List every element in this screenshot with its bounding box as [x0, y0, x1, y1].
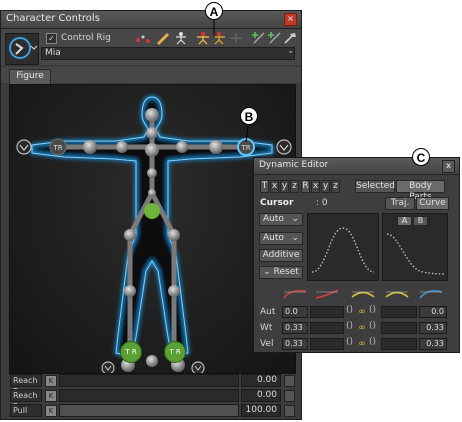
- rotate-z-button[interactable]: z: [331, 180, 340, 193]
- parenthesis-icon: (): [369, 305, 377, 315]
- parenthesis-icon: (): [346, 337, 354, 347]
- callout-c: C: [412, 148, 430, 166]
- translate-y-button[interactable]: y: [280, 180, 289, 193]
- ramp-preset-1-icon[interactable]: [282, 288, 308, 300]
- cursor-value: : 0: [316, 198, 328, 208]
- bell-curve-left: [311, 227, 375, 273]
- aut-right-field[interactable]: 0.0: [419, 306, 447, 318]
- translate-x-button[interactable]: x: [270, 180, 279, 193]
- wt-left-field[interactable]: 0.33: [282, 322, 308, 334]
- selected-button[interactable]: Selected: [355, 180, 395, 193]
- vel-right-field[interactable]: 0.33: [419, 338, 447, 350]
- reset-label: Reset: [273, 267, 299, 277]
- chevron-down-icon: ⌄: [291, 233, 299, 243]
- vel-left-field[interactable]: 0.33: [282, 338, 308, 350]
- curve-b-button[interactable]: B: [413, 216, 428, 226]
- dynamic-editor-title: Dynamic Editor: [259, 160, 329, 170]
- wt-label: Wt: [260, 323, 273, 333]
- rotate-x-button[interactable]: x: [311, 180, 320, 193]
- vel-right-slider[interactable]: [381, 338, 417, 350]
- wt-right-slider[interactable]: [381, 322, 417, 334]
- aut-label: Aut: [260, 307, 276, 317]
- translate-z-button[interactable]: z: [290, 180, 299, 193]
- chevron-down-icon: ⌄: [263, 267, 274, 277]
- rotate-axis-button[interactable]: R: [301, 180, 310, 193]
- parenthesis-icon: (): [369, 337, 377, 347]
- chevron-down-icon: ⌄: [291, 214, 299, 224]
- auto-dropdown-2-label: Auto: [263, 233, 284, 243]
- link-icon[interactable]: ∞: [357, 308, 367, 317]
- vel-left-slider[interactable]: [310, 338, 344, 350]
- curve-a-button[interactable]: A: [397, 216, 412, 226]
- ramp-preset-4-icon[interactable]: [384, 288, 410, 300]
- curve-graph-right[interactable]: A B: [382, 213, 448, 281]
- callout-b: B: [240, 107, 258, 125]
- auto-dropdown-2[interactable]: Auto ⌄: [259, 232, 303, 245]
- ramp-preset-2-icon[interactable]: [314, 288, 340, 300]
- ramp-preset-5-icon[interactable]: [418, 288, 444, 300]
- callout-a: A: [205, 2, 223, 20]
- cursor-label: Cursor: [260, 198, 294, 208]
- link-icon[interactable]: ∞: [357, 340, 367, 349]
- link-icon[interactable]: ∞: [357, 324, 367, 333]
- auto-dropdown-1[interactable]: Auto ⌄: [259, 213, 303, 226]
- aut-left-field[interactable]: 0.0: [282, 306, 308, 318]
- dynamic-editor-close-button[interactable]: x: [442, 160, 455, 173]
- aut-right-slider[interactable]: [381, 306, 417, 318]
- auto-dropdown-1-label: Auto: [263, 214, 284, 224]
- parenthesis-icon: (): [369, 321, 377, 331]
- curve-button[interactable]: Curve: [416, 197, 449, 210]
- parenthesis-icon: (): [346, 321, 354, 331]
- wt-left-slider[interactable]: [310, 322, 344, 334]
- reset-button[interactable]: ⌄ Reset: [259, 266, 303, 279]
- vel-label: Vel: [260, 339, 274, 349]
- ramp-preset-3-icon[interactable]: [350, 288, 376, 300]
- aut-left-slider[interactable]: [310, 306, 344, 318]
- additive-button[interactable]: Additive: [259, 249, 303, 262]
- wt-right-field[interactable]: 0.33: [419, 322, 447, 334]
- body-parts-button[interactable]: Body Parts: [396, 180, 445, 202]
- dynamic-editor-panel: Dynamic Editor x T x y z R x y z Selecte…: [253, 157, 460, 353]
- translate-axis-button[interactable]: T: [260, 180, 269, 193]
- curve-graph-left[interactable]: [307, 213, 379, 281]
- trajectory-button[interactable]: Traj.: [385, 197, 415, 210]
- parenthesis-icon: (): [346, 305, 354, 315]
- rotate-y-button[interactable]: y: [321, 180, 330, 193]
